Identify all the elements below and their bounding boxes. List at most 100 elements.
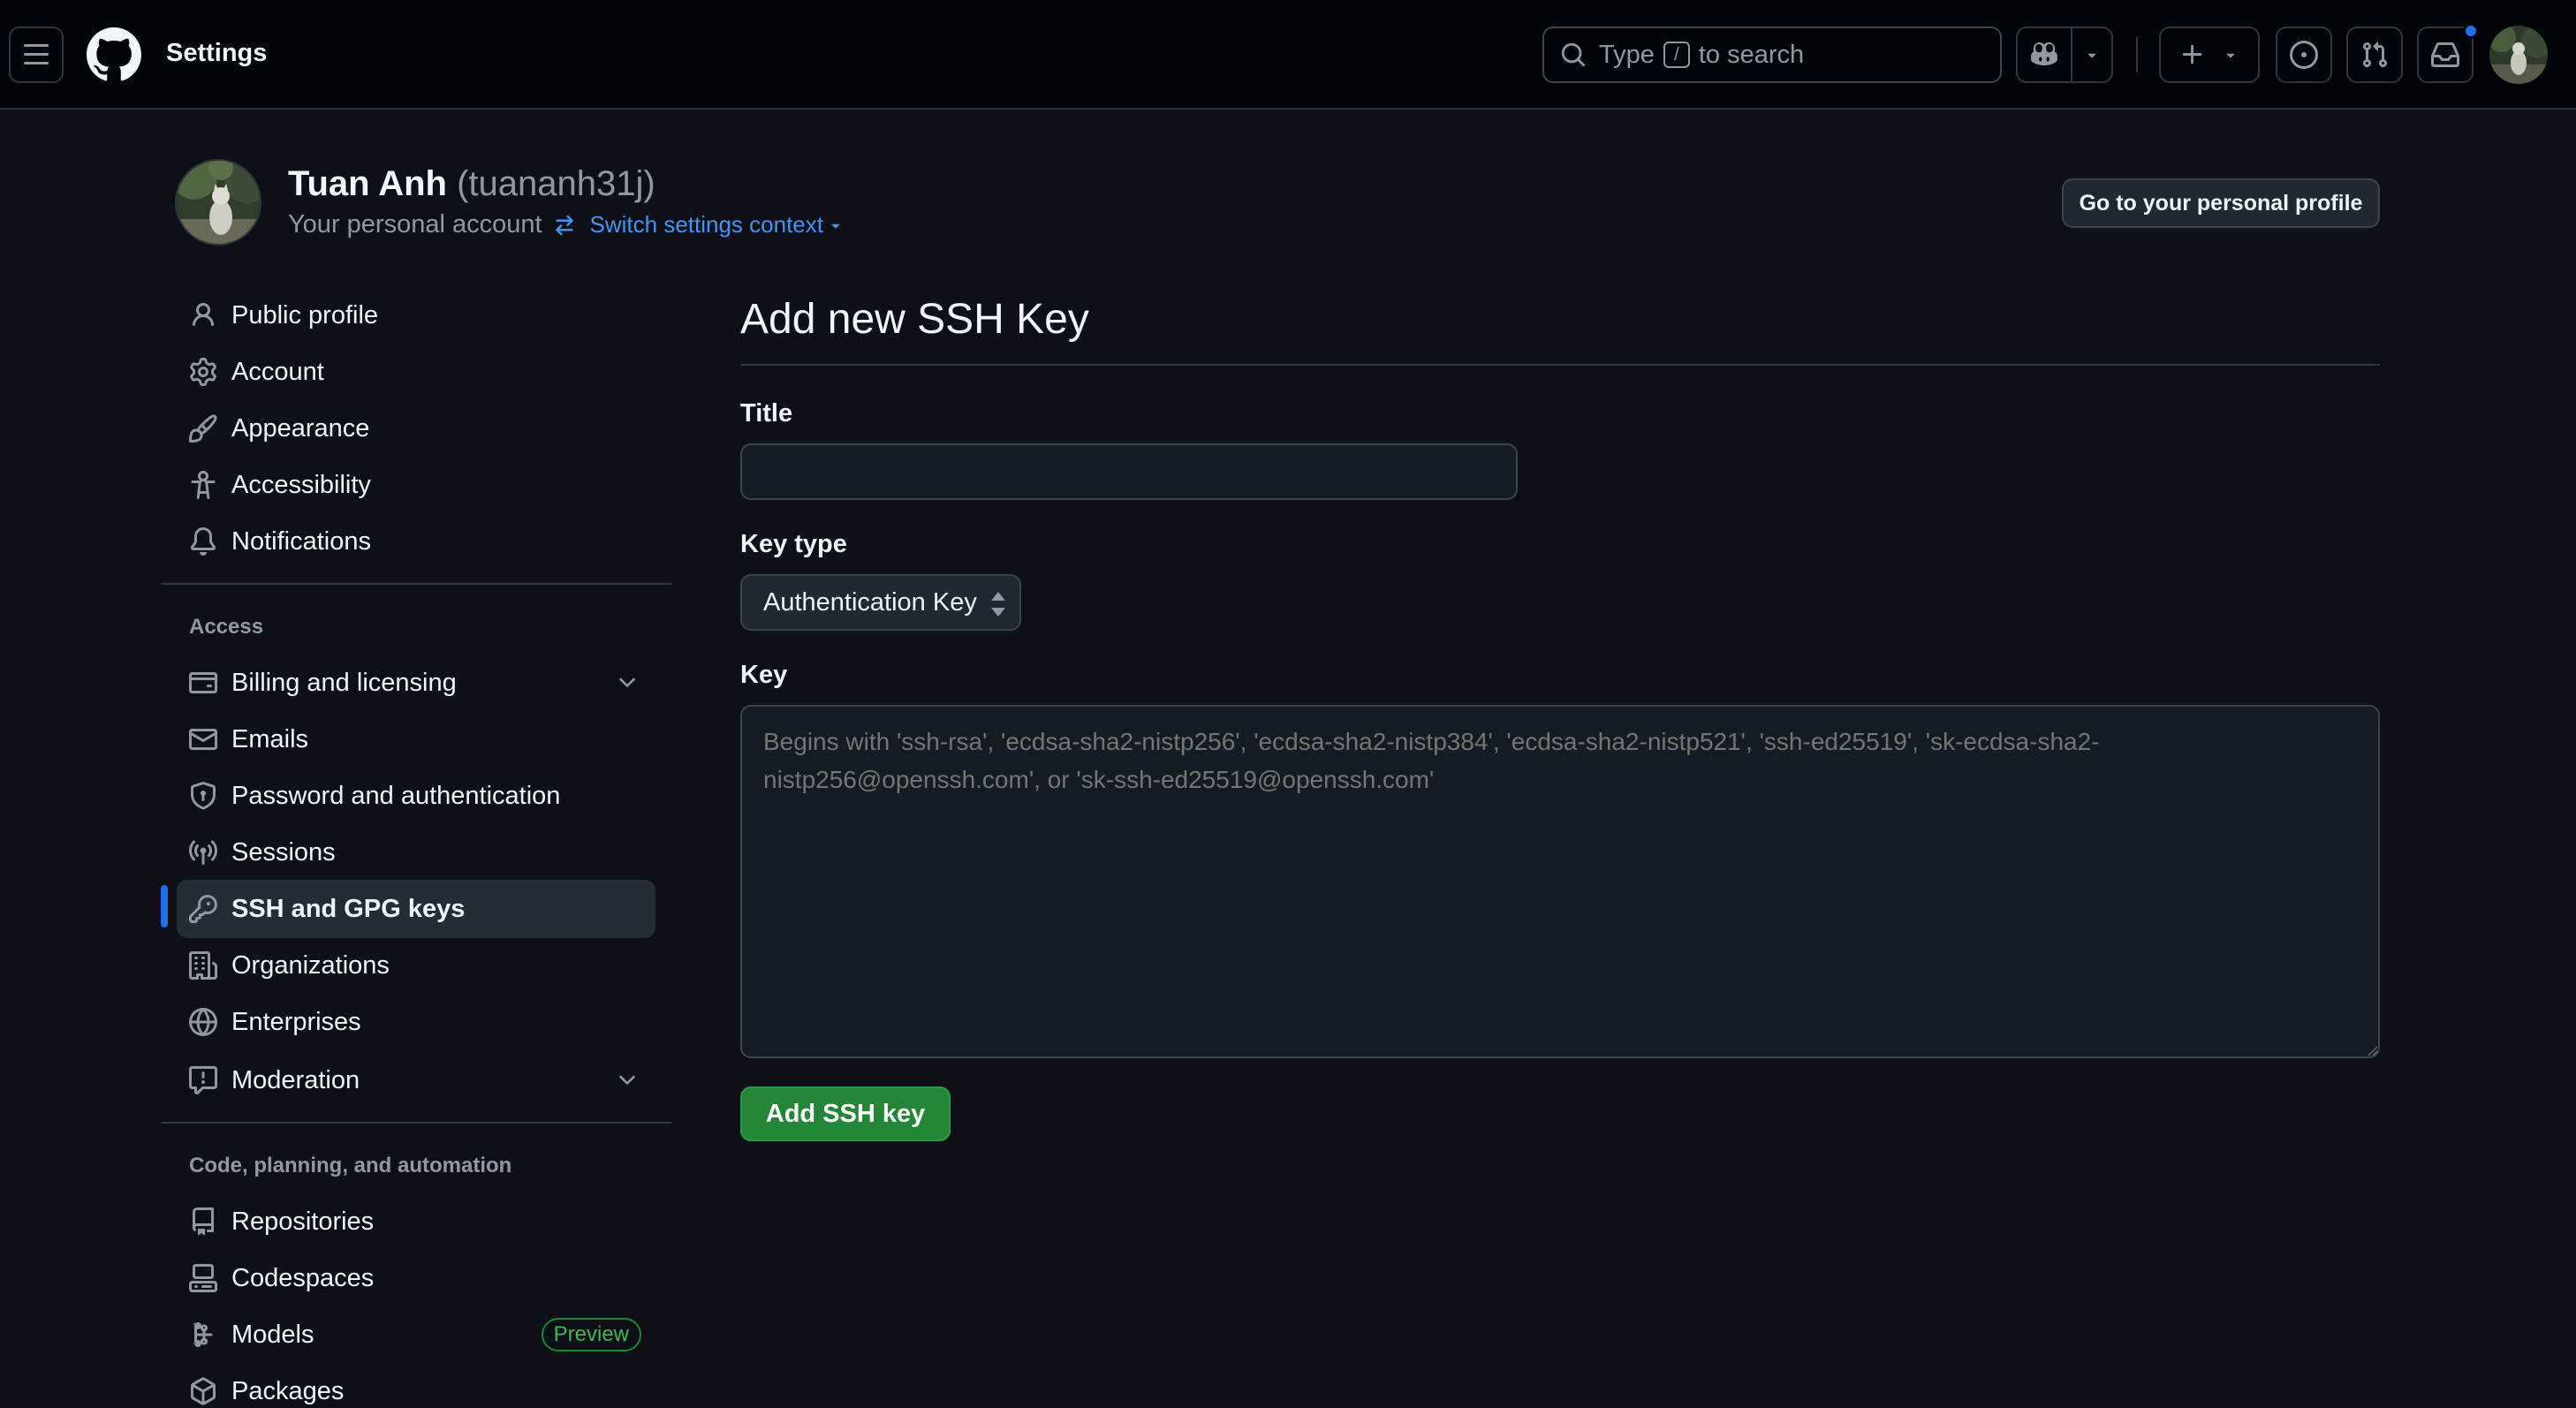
sidebar-item-appearance[interactable]: Appearance bbox=[177, 399, 655, 458]
sidebar-item-label: Organizations bbox=[231, 950, 390, 980]
sidebar-item-public-profile[interactable]: Public profile bbox=[177, 286, 655, 344]
sidebar-item-label: Billing and licensing bbox=[231, 668, 457, 697]
sidebar-item-moderation[interactable]: Moderation bbox=[177, 1051, 655, 1109]
search-input[interactable]: Type / to search bbox=[1542, 26, 2002, 83]
profile-name: Tuan Anh (tuananh31j) bbox=[288, 164, 655, 204]
key-textarea[interactable] bbox=[740, 705, 2380, 1058]
sidebar-heading-access: Access bbox=[189, 615, 264, 639]
copilot-dropdown-button[interactable] bbox=[2071, 26, 2113, 83]
sidebar-item-enterprises[interactable]: Enterprises bbox=[177, 993, 655, 1051]
repo-icon bbox=[193, 1207, 214, 1236]
key-label: Key bbox=[740, 661, 788, 689]
bell-icon bbox=[190, 527, 216, 556]
sidebar-item-label: Packages bbox=[231, 1376, 345, 1405]
sidebar-item-label: Sessions bbox=[231, 837, 336, 867]
sidebar-item-codespaces[interactable]: Codespaces bbox=[177, 1249, 655, 1307]
arrow-switch-icon bbox=[555, 215, 573, 235]
sidebar-divider bbox=[161, 1122, 671, 1124]
broadcast-icon bbox=[189, 840, 217, 865]
accessibility-icon bbox=[191, 471, 216, 499]
profile-display-name: Tuan Anh bbox=[288, 164, 447, 203]
globe-icon bbox=[189, 1008, 217, 1036]
chevron-down-icon bbox=[619, 1075, 635, 1085]
pull-requests-button[interactable] bbox=[2346, 26, 2403, 83]
paintbrush-icon bbox=[189, 414, 217, 443]
chevron-down-icon bbox=[2226, 53, 2235, 58]
sidebar-item-label: Repositories bbox=[231, 1207, 375, 1236]
key-type-label: Key type bbox=[740, 530, 847, 558]
sidebar-item-label: SSH and GPG keys bbox=[231, 894, 466, 923]
sidebar-item-organizations[interactable]: Organizations bbox=[177, 936, 655, 995]
sidebar-item-label: Public profile bbox=[231, 300, 379, 329]
title-input[interactable] bbox=[740, 443, 1518, 500]
gear-icon bbox=[190, 358, 216, 386]
person-icon bbox=[193, 303, 214, 327]
menu-button[interactable] bbox=[9, 26, 64, 83]
go-to-profile-button[interactable]: Go to your personal profile bbox=[2062, 178, 2380, 228]
title-divider bbox=[740, 364, 2380, 366]
sidebar-item-label: Enterprises bbox=[231, 1007, 361, 1036]
switch-context-label: Switch settings context bbox=[589, 211, 823, 238]
preview-badge: Preview bbox=[541, 1318, 641, 1351]
key-type-value: Authentication Key bbox=[763, 587, 977, 617]
switch-settings-context-link[interactable]: Switch settings context bbox=[553, 211, 845, 238]
plus-icon bbox=[2182, 44, 2202, 64]
selected-indicator bbox=[161, 885, 168, 927]
sidebar-item-ssh-gpg-keys[interactable]: SSH and GPG keys bbox=[177, 880, 655, 938]
copilot-icon bbox=[2031, 42, 2057, 66]
sidebar-heading-code: Code, planning, and automation bbox=[189, 1154, 512, 1177]
sidebar-item-label: Notifications bbox=[231, 526, 371, 556]
sidebar-item-account[interactable]: Account bbox=[177, 343, 655, 401]
search-icon bbox=[1561, 42, 1586, 67]
sidebar-item-notifications[interactable]: Notifications bbox=[177, 512, 655, 571]
inbox-icon bbox=[2431, 42, 2459, 67]
chevron-down-icon bbox=[619, 678, 635, 687]
github-logo[interactable] bbox=[87, 27, 141, 82]
sidebar-item-models[interactable]: Models Preview bbox=[177, 1306, 655, 1364]
sidebar-item-label: Codespaces bbox=[231, 1263, 375, 1292]
sidebar-item-billing[interactable]: Billing and licensing bbox=[177, 654, 655, 712]
search-prefix: Type bbox=[1599, 40, 1655, 69]
sidebar-item-label: Accessibility bbox=[231, 470, 371, 499]
sidebar-item-accessibility[interactable]: Accessibility bbox=[177, 456, 655, 514]
sidebar-item-label: Appearance bbox=[231, 413, 370, 443]
key-type-select[interactable]: Authentication Key bbox=[740, 574, 1021, 631]
profile-subtitle: Your personal account bbox=[288, 210, 542, 238]
sidebar-item-label: Moderation bbox=[231, 1065, 360, 1094]
issues-button[interactable] bbox=[2276, 26, 2332, 83]
sidebar-item-password-authentication[interactable]: Password and authentication bbox=[177, 767, 655, 825]
select-arrows-icon bbox=[991, 592, 1005, 617]
codespaces-icon bbox=[189, 1264, 217, 1292]
sidebar-item-label: Models bbox=[231, 1320, 314, 1349]
profile-subtitle-row: Your personal account Switch settings co… bbox=[288, 210, 845, 239]
header-title[interactable]: Settings bbox=[166, 39, 267, 68]
menu-icon bbox=[24, 44, 49, 64]
profile-login: (tuananh31j) bbox=[457, 164, 655, 203]
sidebar-item-sessions[interactable]: Sessions bbox=[177, 823, 655, 882]
chevron-down-icon bbox=[2087, 53, 2096, 58]
user-avatar[interactable] bbox=[2489, 26, 2548, 84]
mail-icon bbox=[189, 729, 217, 750]
sidebar-item-label: Account bbox=[231, 357, 324, 386]
organization-icon bbox=[189, 951, 217, 980]
notification-indicator bbox=[2463, 23, 2479, 39]
add-ssh-key-button[interactable]: Add SSH key bbox=[740, 1086, 951, 1141]
page-title: Add new SSH Key bbox=[740, 296, 1089, 343]
copilot-button[interactable] bbox=[2016, 26, 2072, 83]
sidebar-item-packages[interactable]: Packages bbox=[177, 1362, 655, 1408]
title-label: Title bbox=[740, 399, 793, 428]
sidebar-item-repositories[interactable]: Repositories bbox=[177, 1192, 655, 1251]
resize-handle-icon[interactable] bbox=[2364, 1042, 2378, 1056]
models-icon bbox=[193, 1322, 213, 1347]
create-new-button[interactable] bbox=[2159, 26, 2260, 83]
sidebar-divider bbox=[161, 583, 671, 585]
header-divider bbox=[2136, 37, 2138, 72]
global-header: Settings Type / to search bbox=[0, 0, 2576, 110]
package-icon bbox=[191, 1377, 216, 1405]
search-shortcut-key: / bbox=[1663, 42, 1690, 68]
sidebar-item-emails[interactable]: Emails bbox=[177, 710, 655, 768]
pull-request-icon bbox=[2362, 42, 2388, 68]
issues-icon bbox=[2290, 41, 2318, 69]
shield-icon bbox=[191, 782, 216, 810]
caret-down-icon bbox=[831, 223, 840, 229]
